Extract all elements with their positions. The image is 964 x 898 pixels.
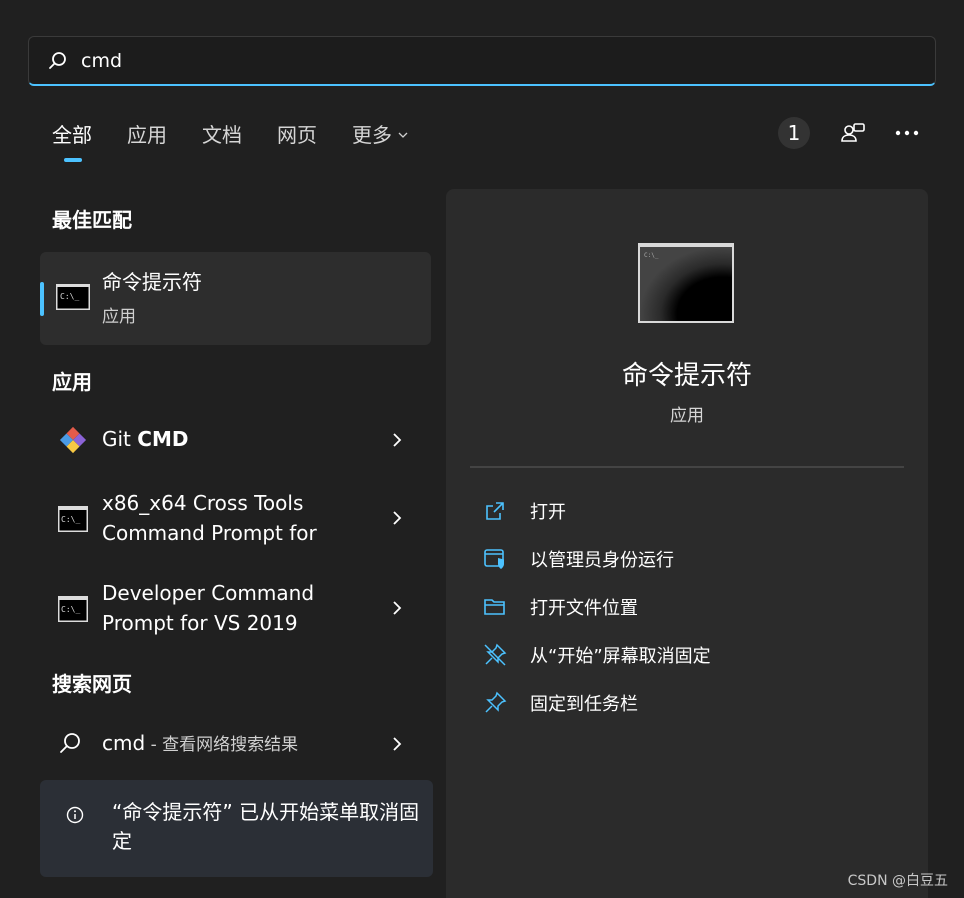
svg-text:C:\_: C:\_ [644, 252, 659, 259]
chevron-right-icon [393, 601, 402, 615]
watermark: CSDN @白豆五 [847, 873, 948, 889]
command-prompt-icon: C:\_ [58, 506, 88, 532]
account-button[interactable] [838, 118, 868, 148]
notification-text: “命令提示符” 已从开始菜单取消固定 [112, 800, 420, 853]
app-title-line1: Developer Command [102, 581, 315, 605]
list-item-x86-x64-cross-tools[interactable]: C:\_ x86_x64 Cross Tools Command Prompt … [40, 486, 431, 550]
svg-text:C:\_: C:\_ [61, 605, 80, 614]
action-label: 打开文件位置 [530, 598, 638, 619]
search-icon [60, 733, 80, 753]
app-title-line2: Prompt for VS 2019 [102, 611, 298, 635]
action-open-file-location[interactable]: 打开文件位置 [482, 590, 638, 624]
info-icon [66, 806, 84, 824]
action-label: 固定到任务栏 [530, 694, 638, 715]
list-item-web-search[interactable]: cmd - 查看网络搜索结果 [40, 714, 431, 770]
chevron-right-icon [393, 433, 402, 447]
search-box[interactable] [28, 36, 936, 86]
app-title-line1: x86_x64 Cross Tools [102, 491, 304, 515]
tab-more[interactable]: 更多 [352, 118, 408, 152]
action-pin-to-taskbar[interactable]: 固定到任务栏 [482, 686, 638, 720]
action-label: 打开 [530, 502, 566, 523]
tab-web[interactable]: 网页 [277, 118, 317, 152]
rewards-badge[interactable]: 1 [778, 117, 810, 149]
list-item-developer-command-prompt[interactable]: C:\_ Developer Command Prompt for VS 201… [40, 576, 431, 640]
web-query: cmd [102, 731, 146, 755]
command-prompt-icon: C:\_ [58, 596, 88, 622]
tab-label: 更多 [352, 123, 392, 147]
divider [470, 466, 904, 468]
tab-label: 文档 [202, 123, 242, 147]
top-right-controls: 1 [778, 113, 922, 153]
tab-all[interactable]: 全部 [52, 118, 92, 162]
title-prefix: Git [102, 427, 138, 451]
tab-label: 全部 [52, 123, 92, 147]
shield-admin-icon [482, 546, 508, 572]
tab-label: 应用 [127, 123, 167, 147]
preview-type: 应用 [670, 406, 704, 426]
pin-icon [482, 690, 508, 716]
ellipsis-icon [895, 130, 919, 136]
action-open[interactable]: 打开 [482, 494, 566, 528]
command-prompt-large-icon: C:\_ [638, 243, 734, 323]
selection-indicator [40, 282, 44, 316]
open-external-icon [482, 498, 508, 524]
tab-label: 网页 [277, 123, 317, 147]
web-search-text: cmd - 查看网络搜索结果 [102, 728, 298, 760]
section-title-web: 搜索网页 [52, 672, 132, 696]
more-options-button[interactable] [892, 118, 922, 148]
action-label: 从“开始”屏幕取消固定 [530, 646, 711, 667]
chevron-right-icon [393, 737, 402, 751]
tab-bar: 全部 应用 文档 网页 更多 [52, 118, 443, 162]
tab-apps[interactable]: 应用 [127, 118, 167, 152]
folder-icon [482, 594, 508, 620]
search-input[interactable] [81, 46, 921, 76]
app-title-line2: Command Prompt for [102, 521, 317, 545]
svg-text:C:\_: C:\_ [61, 515, 80, 524]
section-title-apps: 应用 [52, 370, 92, 394]
svg-text:C:\_: C:\_ [60, 292, 79, 301]
best-match-title: 命令提示符 [102, 270, 202, 294]
title-bold: CMD [137, 427, 189, 451]
preview-title: 命令提示符 [621, 361, 752, 391]
account-switch-icon [841, 123, 865, 142]
chevron-down-icon [398, 132, 408, 138]
preview-panel: C:\_ 命令提示符 应用 打开 以管理员身份运行 打开文件位置 从“开始”屏幕… [446, 189, 928, 898]
badge-count: 1 [787, 121, 801, 145]
web-suffix: - 查看网络搜索结果 [145, 735, 299, 755]
search-icon [47, 50, 69, 72]
list-item-git-cmd[interactable]: Git CMD [40, 410, 431, 470]
command-prompt-icon: C:\_ [56, 284, 90, 310]
git-cmd-title: Git CMD [102, 424, 188, 454]
chevron-right-icon [393, 511, 402, 525]
section-title-best-match: 最佳匹配 [52, 208, 132, 232]
best-match-item[interactable]: C:\_ 命令提示符 应用 [40, 252, 431, 345]
unpin-icon [482, 642, 508, 668]
tab-documents[interactable]: 文档 [202, 118, 242, 152]
action-run-as-admin[interactable]: 以管理员身份运行 [482, 542, 674, 576]
git-cmd-icon [59, 426, 87, 454]
best-match-subtitle: 应用 [102, 307, 136, 327]
action-label: 以管理员身份运行 [530, 550, 674, 571]
unpin-notification: “命令提示符” 已从开始菜单取消固定 [40, 780, 433, 877]
action-unpin-from-start[interactable]: 从“开始”屏幕取消固定 [482, 638, 711, 672]
